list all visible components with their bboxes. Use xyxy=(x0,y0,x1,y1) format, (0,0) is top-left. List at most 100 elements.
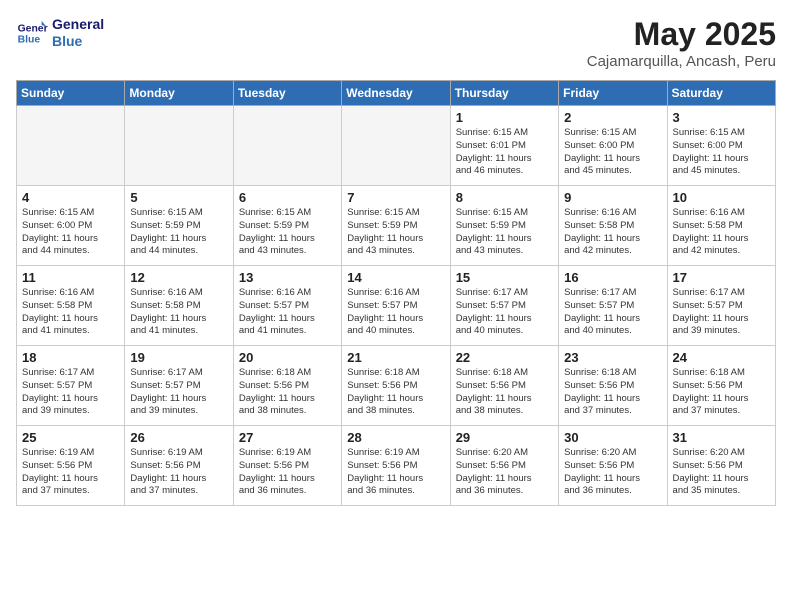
calendar-cell: 7 Sunrise: 6:15 AMSunset: 5:59 PMDaylight… xyxy=(342,186,450,266)
day-number: 15 xyxy=(456,270,553,285)
calendar-cell xyxy=(125,106,233,186)
day-info: Sunrise: 6:20 AMSunset: 5:56 PMDaylight:… xyxy=(456,447,553,498)
calendar-week-row: 4 Sunrise: 6:15 AMSunset: 6:00 PMDaylight… xyxy=(17,186,776,266)
calendar-week-row: 18 Sunrise: 6:17 AMSunset: 5:57 PMDayligh… xyxy=(17,346,776,426)
location-title: Cajamarquilla, Ancash, Peru xyxy=(587,53,776,70)
day-info: Sunrise: 6:18 AMSunset: 5:56 PMDaylight:… xyxy=(239,367,336,418)
logo-general: General xyxy=(52,16,104,33)
day-number: 20 xyxy=(239,350,336,365)
calendar-cell: 28Sunrise: 6:19 AMSunset: 5:56 PMDayligh… xyxy=(342,426,450,506)
day-info: Sunrise: 6:17 AMSunset: 5:57 PMDaylight:… xyxy=(673,287,770,338)
day-info: Sunrise: 6:15 AMSunset: 6:00 PMDaylight:… xyxy=(564,127,661,178)
day-info: Sunrise: 6:16 AMSunset: 5:58 PMDaylight:… xyxy=(564,207,661,258)
calendar-cell: 27 Sunrise: 6:19 AMSunset: 5:56 PMDayligh… xyxy=(233,426,341,506)
day-info: Sunrise: 6:18 AMSunset: 5:56 PMDaylight:… xyxy=(673,367,770,418)
day-info: Sunrise: 6:16 AMSunset: 5:58 PMDaylight:… xyxy=(130,287,227,338)
calendar-cell: 14 Sunrise: 6:16 AMSunset: 5:57 PMDayligh… xyxy=(342,266,450,346)
day-number: 31 xyxy=(673,430,770,445)
calendar-cell: 29 Sunrise: 6:20 AMSunset: 5:56 PMDayligh… xyxy=(450,426,558,506)
calendar-cell: 17 Sunrise: 6:17 AMSunset: 5:57 PMDayligh… xyxy=(667,266,775,346)
day-info: Sunrise: 6:16 AMSunset: 5:58 PMDaylight:… xyxy=(22,287,119,338)
calendar-cell: 2 Sunrise: 6:15 AMSunset: 6:00 PMDaylight… xyxy=(559,106,667,186)
day-number: 21 xyxy=(347,350,444,365)
day-number: 11 xyxy=(22,270,119,285)
day-number: 19 xyxy=(130,350,227,365)
calendar-cell xyxy=(233,106,341,186)
calendar-cell: 18 Sunrise: 6:17 AMSunset: 5:57 PMDayligh… xyxy=(17,346,125,426)
calendar-cell: 12 Sunrise: 6:16 AMSunset: 5:58 PMDayligh… xyxy=(125,266,233,346)
day-info: Sunrise: 6:17 AMSunset: 5:57 PMDaylight:… xyxy=(22,367,119,418)
day-number: 23 xyxy=(564,350,661,365)
day-number: 27 xyxy=(239,430,336,445)
month-title: May 2025 xyxy=(587,16,776,53)
day-info: Sunrise: 6:19 AMSunset: 5:56 PMDaylight:… xyxy=(130,447,227,498)
day-number: 29 xyxy=(456,430,553,445)
calendar-cell xyxy=(17,106,125,186)
header-tuesday: Tuesday xyxy=(233,81,341,106)
day-number: 12 xyxy=(130,270,227,285)
header-monday: Monday xyxy=(125,81,233,106)
day-number: 24 xyxy=(673,350,770,365)
calendar-cell: 15 Sunrise: 6:17 AMSunset: 5:57 PMDayligh… xyxy=(450,266,558,346)
day-info: Sunrise: 6:17 AMSunset: 5:57 PMDaylight:… xyxy=(564,287,661,338)
logo: General Blue General Blue xyxy=(16,16,104,50)
day-info: Sunrise: 6:18 AMSunset: 5:56 PMDaylight:… xyxy=(347,367,444,418)
svg-text:Blue: Blue xyxy=(18,34,41,45)
day-number: 8 xyxy=(456,190,553,205)
calendar-cell xyxy=(342,106,450,186)
day-number: 16 xyxy=(564,270,661,285)
calendar-cell: 16 Sunrise: 6:17 AMSunset: 5:57 PMDayligh… xyxy=(559,266,667,346)
day-number: 17 xyxy=(673,270,770,285)
calendar-cell: 6 Sunrise: 6:15 AMSunset: 5:59 PMDaylight… xyxy=(233,186,341,266)
day-info: Sunrise: 6:19 AMSunset: 5:56 PMDaylight:… xyxy=(22,447,119,498)
calendar-cell: 26 Sunrise: 6:19 AMSunset: 5:56 PMDayligh… xyxy=(125,426,233,506)
calendar-cell: 3Sunrise: 6:15 AMSunset: 6:00 PMDaylight… xyxy=(667,106,775,186)
day-number: 30 xyxy=(564,430,661,445)
day-number: 3 xyxy=(673,110,770,125)
calendar-cell: 4 Sunrise: 6:15 AMSunset: 6:00 PMDaylight… xyxy=(17,186,125,266)
day-number: 7 xyxy=(347,190,444,205)
day-info: Sunrise: 6:15 AMSunset: 5:59 PMDaylight:… xyxy=(130,207,227,258)
calendar-cell: 19 Sunrise: 6:17 AMSunset: 5:57 PMDayligh… xyxy=(125,346,233,426)
day-info: Sunrise: 6:17 AMSunset: 5:57 PMDaylight:… xyxy=(130,367,227,418)
day-number: 14 xyxy=(347,270,444,285)
day-number: 1 xyxy=(456,110,553,125)
day-info: Sunrise: 6:20 AMSunset: 5:56 PMDaylight:… xyxy=(564,447,661,498)
day-info: Sunrise: 6:15 AMSunset: 5:59 PMDaylight:… xyxy=(456,207,553,258)
day-info: Sunrise: 6:18 AMSunset: 5:56 PMDaylight:… xyxy=(456,367,553,418)
day-number: 28 xyxy=(347,430,444,445)
day-info: Sunrise: 6:16 AMSunset: 5:58 PMDaylight:… xyxy=(673,207,770,258)
day-info: Sunrise: 6:15 AMSunset: 6:00 PMDaylight:… xyxy=(22,207,119,258)
header-sunday: Sunday xyxy=(17,81,125,106)
day-number: 26 xyxy=(130,430,227,445)
calendar-cell: 5Sunrise: 6:15 AMSunset: 5:59 PMDaylight… xyxy=(125,186,233,266)
calendar-week-row: 1Sunrise: 6:15 AMSunset: 6:01 PMDaylight… xyxy=(17,106,776,186)
calendar-week-row: 11 Sunrise: 6:16 AMSunset: 5:58 PMDayligh… xyxy=(17,266,776,346)
calendar-cell: 30 Sunrise: 6:20 AMSunset: 5:56 PMDayligh… xyxy=(559,426,667,506)
day-number: 9 xyxy=(564,190,661,205)
header-thursday: Thursday xyxy=(450,81,558,106)
day-info: Sunrise: 6:19 AMSunset: 5:56 PMDaylight:… xyxy=(239,447,336,498)
calendar-table: SundayMondayTuesdayWednesdayThursdayFrid… xyxy=(16,80,776,506)
title-area: May 2025 Cajamarquilla, Ancash, Peru xyxy=(587,16,776,70)
calendar-cell: 22Sunrise: 6:18 AMSunset: 5:56 PMDayligh… xyxy=(450,346,558,426)
day-info: Sunrise: 6:16 AMSunset: 5:57 PMDaylight:… xyxy=(347,287,444,338)
calendar-header-row: SundayMondayTuesdayWednesdayThursdayFrid… xyxy=(17,81,776,106)
day-number: 18 xyxy=(22,350,119,365)
logo-blue: Blue xyxy=(52,33,104,50)
day-number: 4 xyxy=(22,190,119,205)
day-number: 2 xyxy=(564,110,661,125)
day-info: Sunrise: 6:15 AMSunset: 5:59 PMDaylight:… xyxy=(239,207,336,258)
calendar-cell: 11 Sunrise: 6:16 AMSunset: 5:58 PMDayligh… xyxy=(17,266,125,346)
calendar-cell: 8 Sunrise: 6:15 AMSunset: 5:59 PMDaylight… xyxy=(450,186,558,266)
calendar-cell: 9 Sunrise: 6:16 AMSunset: 5:58 PMDaylight… xyxy=(559,186,667,266)
day-info: Sunrise: 6:17 AMSunset: 5:57 PMDaylight:… xyxy=(456,287,553,338)
calendar-week-row: 25Sunrise: 6:19 AMSunset: 5:56 PMDayligh… xyxy=(17,426,776,506)
day-info: Sunrise: 6:15 AMSunset: 5:59 PMDaylight:… xyxy=(347,207,444,258)
day-number: 6 xyxy=(239,190,336,205)
calendar-cell: 10 Sunrise: 6:16 AMSunset: 5:58 PMDayligh… xyxy=(667,186,775,266)
page-header: General Blue General Blue May 2025 Cajam… xyxy=(16,16,776,70)
calendar-cell: 20 Sunrise: 6:18 AMSunset: 5:56 PMDayligh… xyxy=(233,346,341,426)
calendar-cell: 23Sunrise: 6:18 AMSunset: 5:56 PMDayligh… xyxy=(559,346,667,426)
day-number: 10 xyxy=(673,190,770,205)
